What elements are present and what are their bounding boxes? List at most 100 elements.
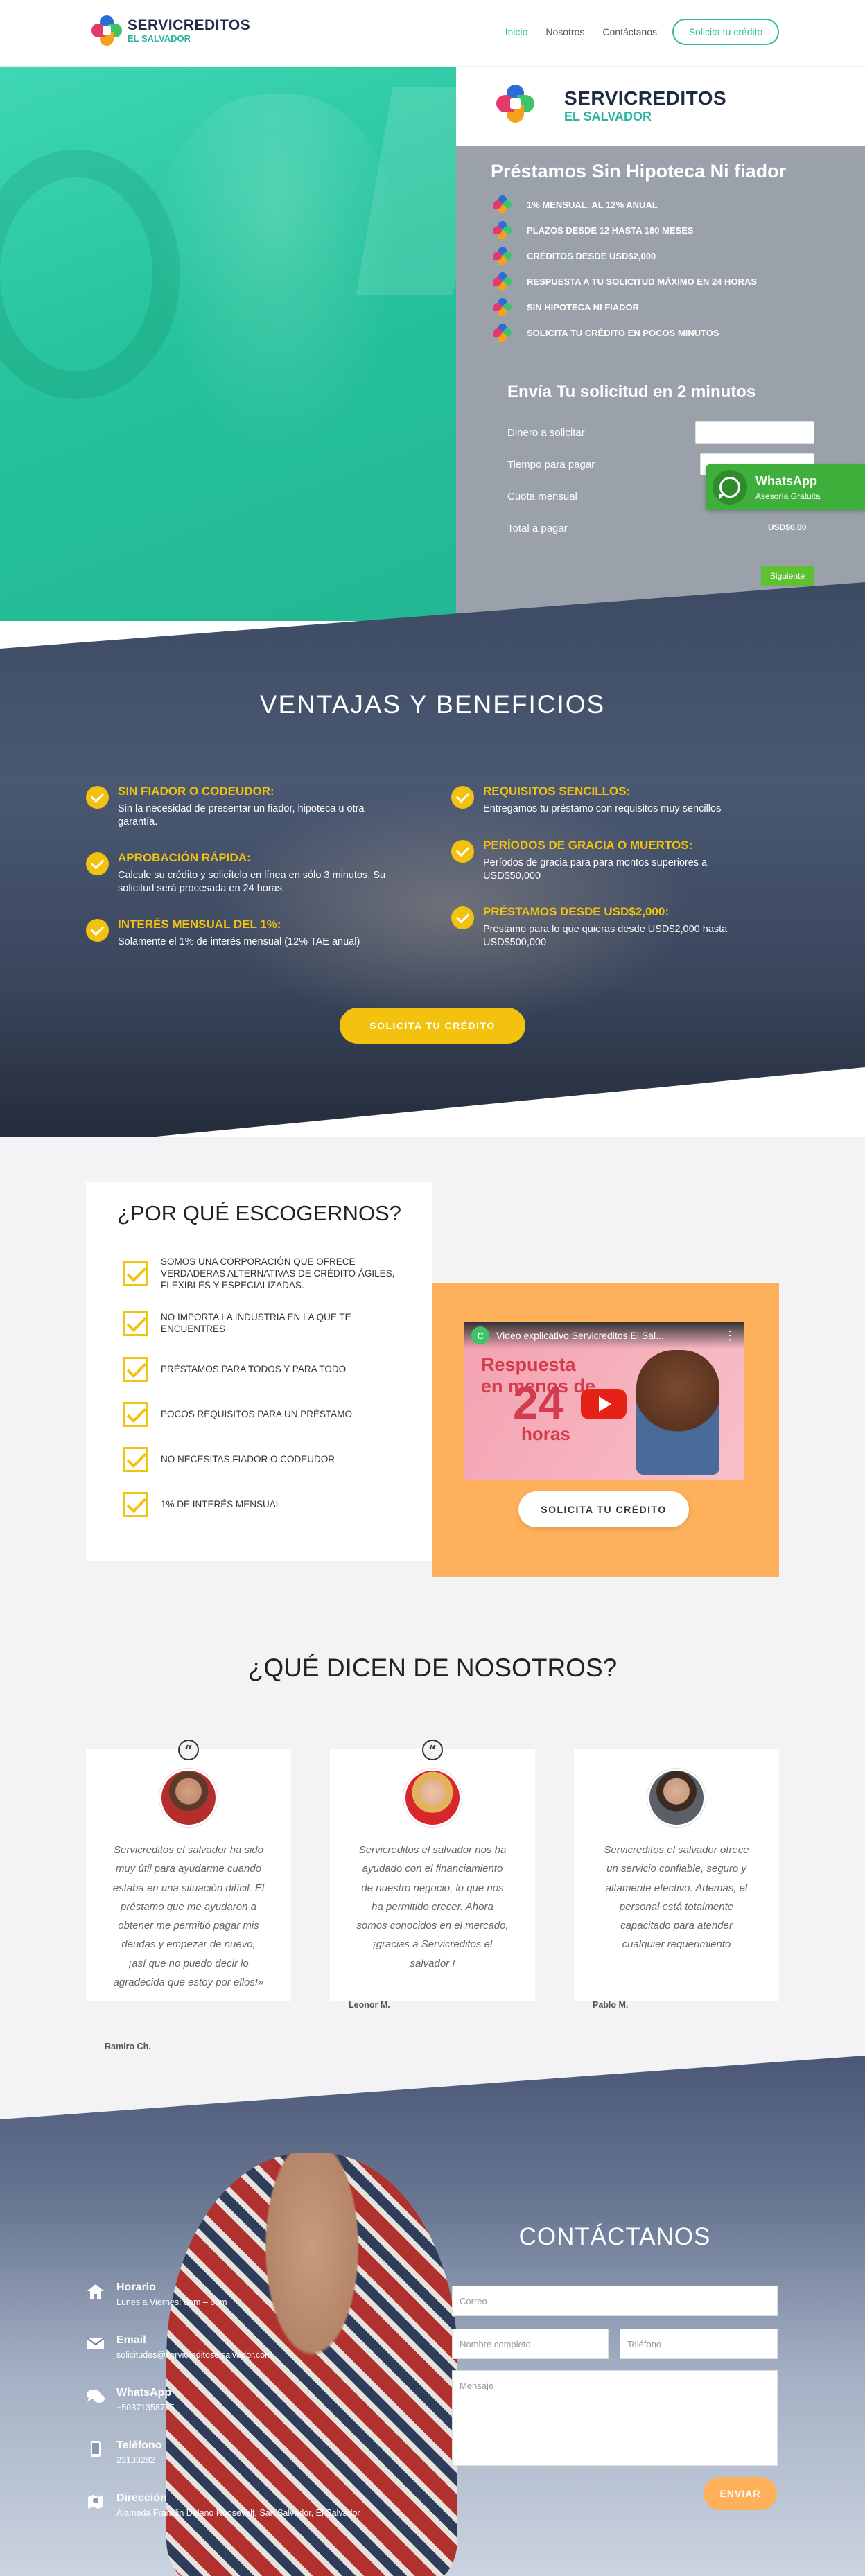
video-title-bar: C Video explicativo Servicreditos El Sal… [464, 1322, 744, 1349]
video-thumb-unit: horas [521, 1423, 570, 1444]
amount-label: Dinero a solicitar [507, 427, 585, 439]
benefit-heading: APROBACIÓN RÁPIDA: [118, 851, 251, 864]
hero-panel [456, 67, 865, 621]
why-item: NO NECESITAS FIADOR O CODEUDOR [123, 1447, 401, 1472]
chat-icon [86, 2387, 105, 2406]
logo-icon [91, 15, 122, 46]
benefit-heading: REQUISITOS SENCILLOS: [483, 785, 631, 798]
benefit-text: Calcule su crédito y solicítelo en línea… [118, 870, 386, 894]
checkbox-icon [123, 1447, 148, 1472]
feature-item: CRÉDITOS DESDE USD$2,000 [493, 247, 656, 265]
term-label: Tiempo para pagar [507, 459, 595, 471]
why-text: PRÉSTAMOS PARA TODOS Y PARA TODO [161, 1363, 347, 1374]
feature-text: 1% MENSUAL, AL 12% ANUAL [527, 199, 658, 210]
bullet-logo-icon [493, 272, 512, 290]
contact-heading: WhatsApp [116, 2387, 172, 2399]
testimonial-name: Leonor M. [349, 2000, 390, 2010]
video-thumb-number: 24 [513, 1377, 564, 1428]
name-field[interactable]: Nombre completo [452, 2329, 609, 2359]
benefit-text: Solamente el 1% de interés mensual (12% … [118, 936, 360, 947]
channel-avatar[interactable]: C [471, 1326, 489, 1344]
logo-icon [496, 85, 548, 137]
testimonial-avatar [159, 1769, 218, 1827]
hero-logo: SERVICREDITOS EL SALVADOR [496, 85, 726, 126]
contact-item: Horario Lunes a Viernes: 8am – 6pm [86, 2281, 227, 2307]
whatsapp-subtitle: Asesoría Gratuita [755, 491, 821, 501]
benefit-heading: PERÍODOS DE GRACIA O MUERTOS: [483, 839, 693, 852]
contact-heading: Email [116, 2334, 146, 2346]
more-options-icon[interactable]: ⋮ [724, 1329, 736, 1343]
contact-detail: Alameda Franklin Delano Roosevelt, San S… [116, 2508, 360, 2518]
check-icon [86, 852, 109, 875]
phone-field[interactable]: Teléfono [620, 2329, 778, 2359]
testimonial-text: Servicreditos el salvador nos ha ayudado… [356, 1844, 509, 1970]
benefit-text: Entregamos tu préstamo con requisitos mu… [483, 803, 722, 814]
next-button[interactable]: Siguiente [761, 566, 814, 586]
logo-text-main: SERVICREDITOS [564, 87, 727, 109]
feature-item: SIN HIPOTECA NI FIADOR [493, 298, 639, 316]
contact-detail[interactable]: solicitudes@servicreditoselsalvador.com [116, 2350, 272, 2360]
nav-nosotros[interactable]: Nosotros [545, 26, 584, 37]
feature-item: 1% MENSUAL, AL 12% ANUAL [493, 195, 658, 213]
check-icon [451, 906, 474, 929]
feature-text: PLAZOS DESDE 12 HASTA 180 MESES [527, 225, 694, 236]
testimonial-text: Servicreditos el salvador ha sido muy út… [112, 1844, 265, 1989]
testimonial-avatar [403, 1769, 462, 1827]
contact-detail[interactable]: +50371358775 [116, 2403, 175, 2412]
check-icon [86, 786, 109, 809]
benefits-cta-button[interactable]: SOLICITA TU CRÉDITO [340, 1008, 525, 1044]
checkbox-icon [123, 1357, 148, 1382]
phone-icon [86, 2439, 105, 2459]
contact-item: Dirección Alameda Franklin Delano Rooseve… [86, 2492, 360, 2518]
nav-inicio[interactable]: Inicio [505, 26, 528, 37]
checkbox-icon [123, 1402, 148, 1427]
benefit-item: INTERÉS MENSUAL DEL 1%: Solamente el 1% d… [86, 918, 391, 949]
send-button[interactable]: ENVIAR [704, 2477, 777, 2510]
hero-title: Préstamos Sin Hipoteca Ni fiador [491, 161, 787, 182]
check-icon [86, 919, 109, 942]
logo-text-sub: EL SALVADOR [564, 109, 652, 123]
bullet-logo-icon [493, 195, 512, 213]
why-text: 1% DE INTERÉS MENSUAL [161, 1498, 281, 1509]
why-item: PRÉSTAMOS PARA TODOS Y PARA TODO [123, 1357, 401, 1382]
feature-text: CRÉDITOS DESDE USD$2,000 [527, 250, 656, 261]
header-cta-button[interactable]: Solicita tu crédito [672, 19, 779, 45]
contact-title: CONTÁCTANOS [518, 2223, 711, 2250]
why-item: POCOS REQUISITOS PARA UN PRÉSTAMO [123, 1402, 401, 1427]
main-nav: Inicio Nosotros Contáctanos [505, 26, 657, 37]
play-button-icon[interactable] [581, 1389, 627, 1419]
quote-icon: “ [422, 1740, 443, 1760]
bullet-logo-icon [493, 221, 512, 239]
benefit-heading: PRÉSTAMOS DESDE USD$2,000: [483, 905, 669, 918]
video-thumbnail-person [636, 1350, 719, 1475]
amount-input[interactable] [695, 421, 814, 444]
message-field[interactable]: Mensaje [452, 2370, 778, 2466]
nav-contactanos[interactable]: Contáctanos [602, 26, 657, 37]
testimonial-avatar [647, 1769, 706, 1827]
map-icon [86, 2492, 105, 2512]
feature-text: RESPUESTA A TU SOLICITUD MÁXIMO EN 24 HO… [527, 276, 758, 287]
site-logo[interactable]: SERVICREDITOS EL SALVADOR [91, 15, 250, 46]
logo-text-sub: EL SALVADOR [128, 33, 191, 44]
video-embed[interactable]: Respuesta en menos de 24 horas C Video ex… [464, 1322, 744, 1480]
video-cta-button[interactable]: SOLICITA TU CRÉDITO [518, 1491, 689, 1527]
video-title[interactable]: Video explicativo Servicreditos El Sal..… [496, 1330, 664, 1341]
bullet-logo-icon [493, 247, 512, 265]
benefit-heading: INTERÉS MENSUAL DEL 1%: [118, 918, 281, 931]
contact-heading: Dirección [116, 2492, 167, 2504]
contact-item: WhatsApp +50371358775 [86, 2387, 175, 2412]
whatsapp-widget[interactable]: WhatsApp Asesoría Gratuita [706, 464, 865, 510]
whatsapp-icon [713, 470, 747, 505]
contact-detail[interactable]: 23133282 [116, 2455, 161, 2465]
monthly-label: Cuota mensual [507, 491, 577, 502]
quote-icon: “ [178, 1740, 199, 1760]
why-item: SOMOS UNA CORPORACIÓN QUE OFRECE VERDADE… [123, 1256, 401, 1292]
email-field[interactable]: Correo [452, 2286, 778, 2316]
why-item: 1% DE INTERÉS MENSUAL [123, 1492, 401, 1517]
feature-text: SOLICITA TU CRÉDITO EN POCOS MINUTOS [527, 327, 719, 338]
benefit-text: Períodos de gracia para para montos supe… [483, 857, 708, 882]
mail-icon [86, 2334, 105, 2354]
logo-text-main: SERVICREDITOS [128, 17, 251, 33]
contact-heading: Teléfono [116, 2439, 162, 2451]
feature-item: SOLICITA TU CRÉDITO EN POCOS MINUTOS [493, 324, 719, 342]
